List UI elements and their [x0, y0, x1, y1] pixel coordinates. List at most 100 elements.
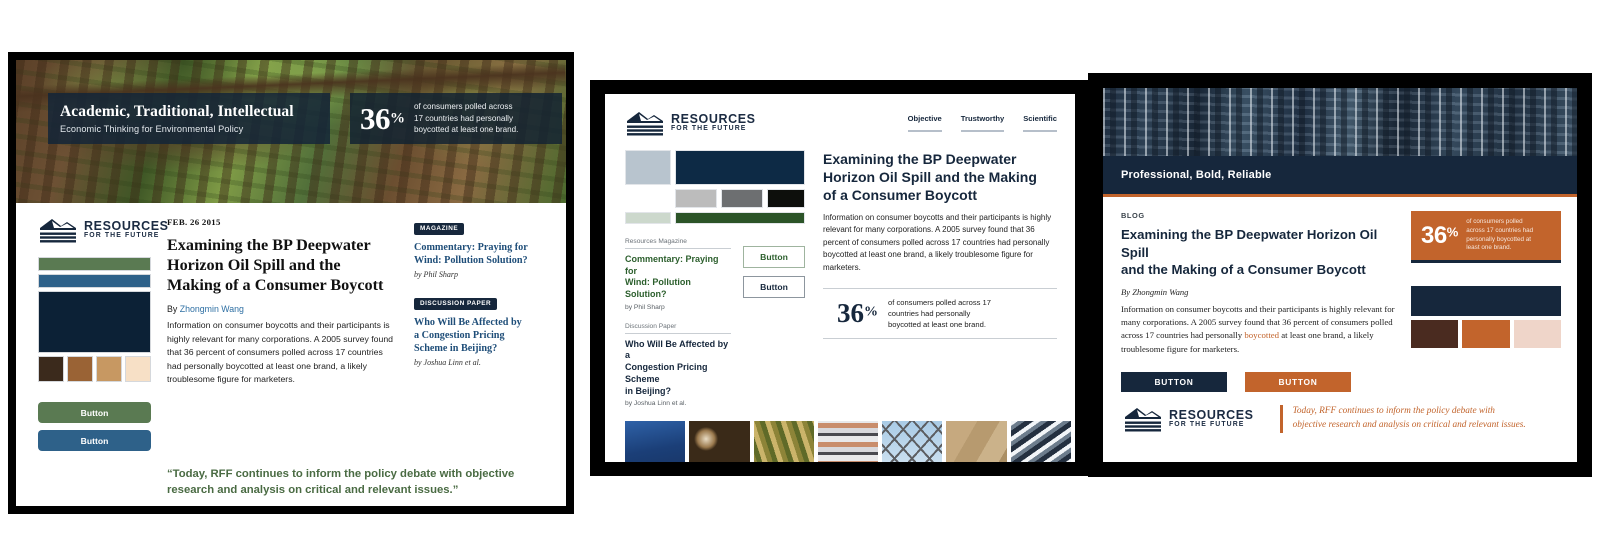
green-button[interactable]: Button: [38, 402, 151, 423]
headline-line1: Examining the BP Deepwater: [823, 151, 1017, 167]
nav-label: Trustworthy: [960, 114, 1005, 123]
swatch-orange: [1462, 320, 1510, 349]
hero-band: Professional, Bold, Reliable: [1103, 156, 1577, 194]
panel2-body: RESOURCES FOR THE FUTURE Objective Trust…: [605, 94, 1075, 407]
related-title-line1: Commentary: Praying for: [625, 254, 719, 276]
stat-percent-sign: %: [1446, 224, 1459, 240]
related-title-line1: Who Will Be Affected by: [414, 317, 522, 329]
headline-line3: of a Consumer Boycott: [823, 187, 978, 204]
stat-caption-line2: across 17 countries had: [1466, 226, 1534, 234]
related-title-line2: a Congestion Pricing: [414, 330, 505, 342]
nav-item-scientific[interactable]: Scientific: [1023, 114, 1057, 132]
rff-logo[interactable]: RESOURCES FOR THE FUTURE: [38, 217, 168, 243]
related-title-line1: Commentary: Praying for: [414, 242, 528, 253]
nav-underline: [960, 130, 1005, 132]
related-kicker: Resources Magazine: [625, 238, 731, 249]
nav-underline: [1023, 130, 1057, 132]
article-headline[interactable]: Examining the BP Deepwater Horizon Oil S…: [167, 235, 398, 295]
related-byline: by Phil Sharp: [414, 270, 458, 280]
rff-logo-text: RESOURCES FOR THE FUTURE: [1169, 409, 1254, 429]
hero-duotone-forest-photo: [1103, 88, 1577, 156]
article-headline[interactable]: Examining the BP Deepwater Horizon Oil S…: [1121, 226, 1395, 279]
outline-button-dark[interactable]: Button: [743, 276, 805, 298]
rff-mountain-logo-icon: [38, 217, 78, 243]
related-title-line2: Wind: Pollution Solution?: [414, 255, 528, 267]
swatch-tan: [96, 356, 122, 382]
stat-callout: 36% of consumers polled across 17 countr…: [823, 288, 1057, 340]
swatch-pale-green: [625, 212, 671, 224]
hero-stat-callout: 36% of consumers polled across 17 countr…: [350, 93, 562, 144]
stat-caption: of consumers polled across 17 countries …: [414, 101, 518, 135]
water-waves-thumbnail[interactable]: [625, 421, 686, 462]
rff-logo[interactable]: RESOURCES FOR THE FUTURE: [625, 110, 756, 136]
headline-line1: Examining the BP Deepwater: [167, 236, 371, 254]
swatch-light-gray: [675, 189, 717, 208]
article-body: Information on consumer boycotts and the…: [167, 320, 394, 385]
hero-title: Academic, Traditional, Intellectual: [60, 103, 294, 120]
nav-label: Objective: [907, 114, 942, 123]
rff-logo-line1: RESOURCES: [671, 111, 756, 126]
nav-item-objective[interactable]: Objective: [907, 114, 942, 132]
stat-caption: of consumers polled across 17 countries …: [888, 297, 991, 330]
stat-caption-line4: least one brand.: [1466, 244, 1512, 252]
related-byline: by Joshua Linn et al.: [625, 400, 687, 408]
author-link[interactable]: Zhongmin Wang: [180, 304, 244, 314]
swatch-square-row: [38, 356, 151, 382]
cut-logs-thumbnail[interactable]: [689, 421, 750, 462]
stat-number-group: 36%: [1421, 223, 1459, 248]
rff-mountain-logo-icon: [1123, 406, 1163, 432]
related-title-line1: Who Will Be Affected by a: [625, 338, 729, 361]
panel2-button-stack: Button Button: [743, 238, 805, 407]
swatch-dark-brown: [38, 356, 64, 382]
article-byline: By Zhongmin Wang: [167, 304, 398, 314]
body-highlight-link[interactable]: boycotted: [1244, 330, 1279, 340]
satellite-coastline-thumbnail[interactable]: [1010, 421, 1071, 462]
related-title[interactable]: Who Will Be Affected by a Congestion Pri…: [414, 316, 548, 355]
wheat-field-thumbnail[interactable]: [753, 421, 814, 462]
related-item-magazine: MAGAZINE Commentary: Praying for Wind: P…: [414, 217, 548, 279]
related-title-line2: Congestion Pricing Scheme: [625, 362, 708, 384]
related-title-line3: Scheme in Beijing?: [414, 343, 498, 355]
stat-caption-line1: of consumers polled: [1466, 218, 1523, 225]
swatch-navy: [1411, 286, 1561, 317]
swatch-cream: [125, 356, 151, 382]
outline-button-green[interactable]: Button: [743, 246, 805, 268]
crowd-stadium-thumbnail[interactable]: [817, 421, 879, 462]
panel3-color-swatches: [1411, 286, 1561, 349]
panel2-nav: Objective Trustworthy Scientific: [907, 110, 1057, 132]
related-kicker: Discussion Paper: [625, 323, 731, 334]
stat-caption-line1: of consumers polled across 17: [888, 298, 991, 308]
headline-line2: Horizon Oil Spill and the: [167, 256, 341, 275]
nav-item-trustworthy[interactable]: Trustworthy: [960, 114, 1005, 132]
panel2-header: RESOURCES FOR THE FUTURE Objective Trust…: [625, 110, 1057, 136]
pull-quote: Today, RFF continues to inform the polic…: [1279, 405, 1526, 433]
navy-button[interactable]: BUTTON: [1121, 372, 1227, 393]
panel1-quote-row: “Today, RFF continues to inform the poli…: [16, 458, 566, 499]
power-transmission-tower-thumbnail[interactable]: [882, 421, 943, 462]
related-title[interactable]: Commentary: Praying for Wind: Pollution …: [625, 254, 731, 301]
related-title[interactable]: Commentary: Praying for Wind: Pollution …: [414, 241, 548, 267]
stat-number-group: 36%: [837, 300, 878, 327]
rff-logo[interactable]: RESOURCES FOR THE FUTURE: [1123, 406, 1254, 432]
rff-logo-line1: RESOURCES: [1169, 407, 1254, 422]
headline-line2: and the Making of a Consumer Boycott: [1121, 262, 1366, 278]
related-title[interactable]: Who Will Be Affected by a Congestion Pri…: [625, 339, 731, 397]
article-headline[interactable]: Examining the BP Deepwater Horizon Oil S…: [823, 150, 1057, 205]
panel1-style-column: RESOURCES FOR THE FUTURE Button Button: [38, 217, 168, 458]
tag-discussion-paper: DISCUSSION PAPER: [414, 297, 498, 310]
related-byline: by Joshua Linn et al.: [414, 358, 481, 368]
design-mockup-canvas: Academic, Traditional, Intellectual Econ…: [0, 0, 1600, 559]
color-swatch-stack: [38, 257, 151, 382]
thumbnail-strip: [605, 421, 1075, 462]
design-panel-academic: Academic, Traditional, Intellectual Econ…: [8, 52, 574, 514]
blue-button[interactable]: Button: [38, 430, 151, 451]
stat-number: 36: [360, 101, 391, 136]
orange-button[interactable]: BUTTON: [1245, 372, 1351, 393]
rff-logo-line2: FOR THE FUTURE: [1169, 421, 1245, 429]
aerial-farmland-thumbnail[interactable]: [946, 421, 1007, 462]
swatch-light-slate: [625, 150, 671, 185]
byline-prefix: By: [167, 304, 180, 315]
related-title-line3: in Beijing?: [625, 385, 671, 396]
stat-caption-line3: boycotted at least one brand.: [414, 125, 519, 135]
rff-logo-line1: RESOURCES: [84, 218, 169, 233]
